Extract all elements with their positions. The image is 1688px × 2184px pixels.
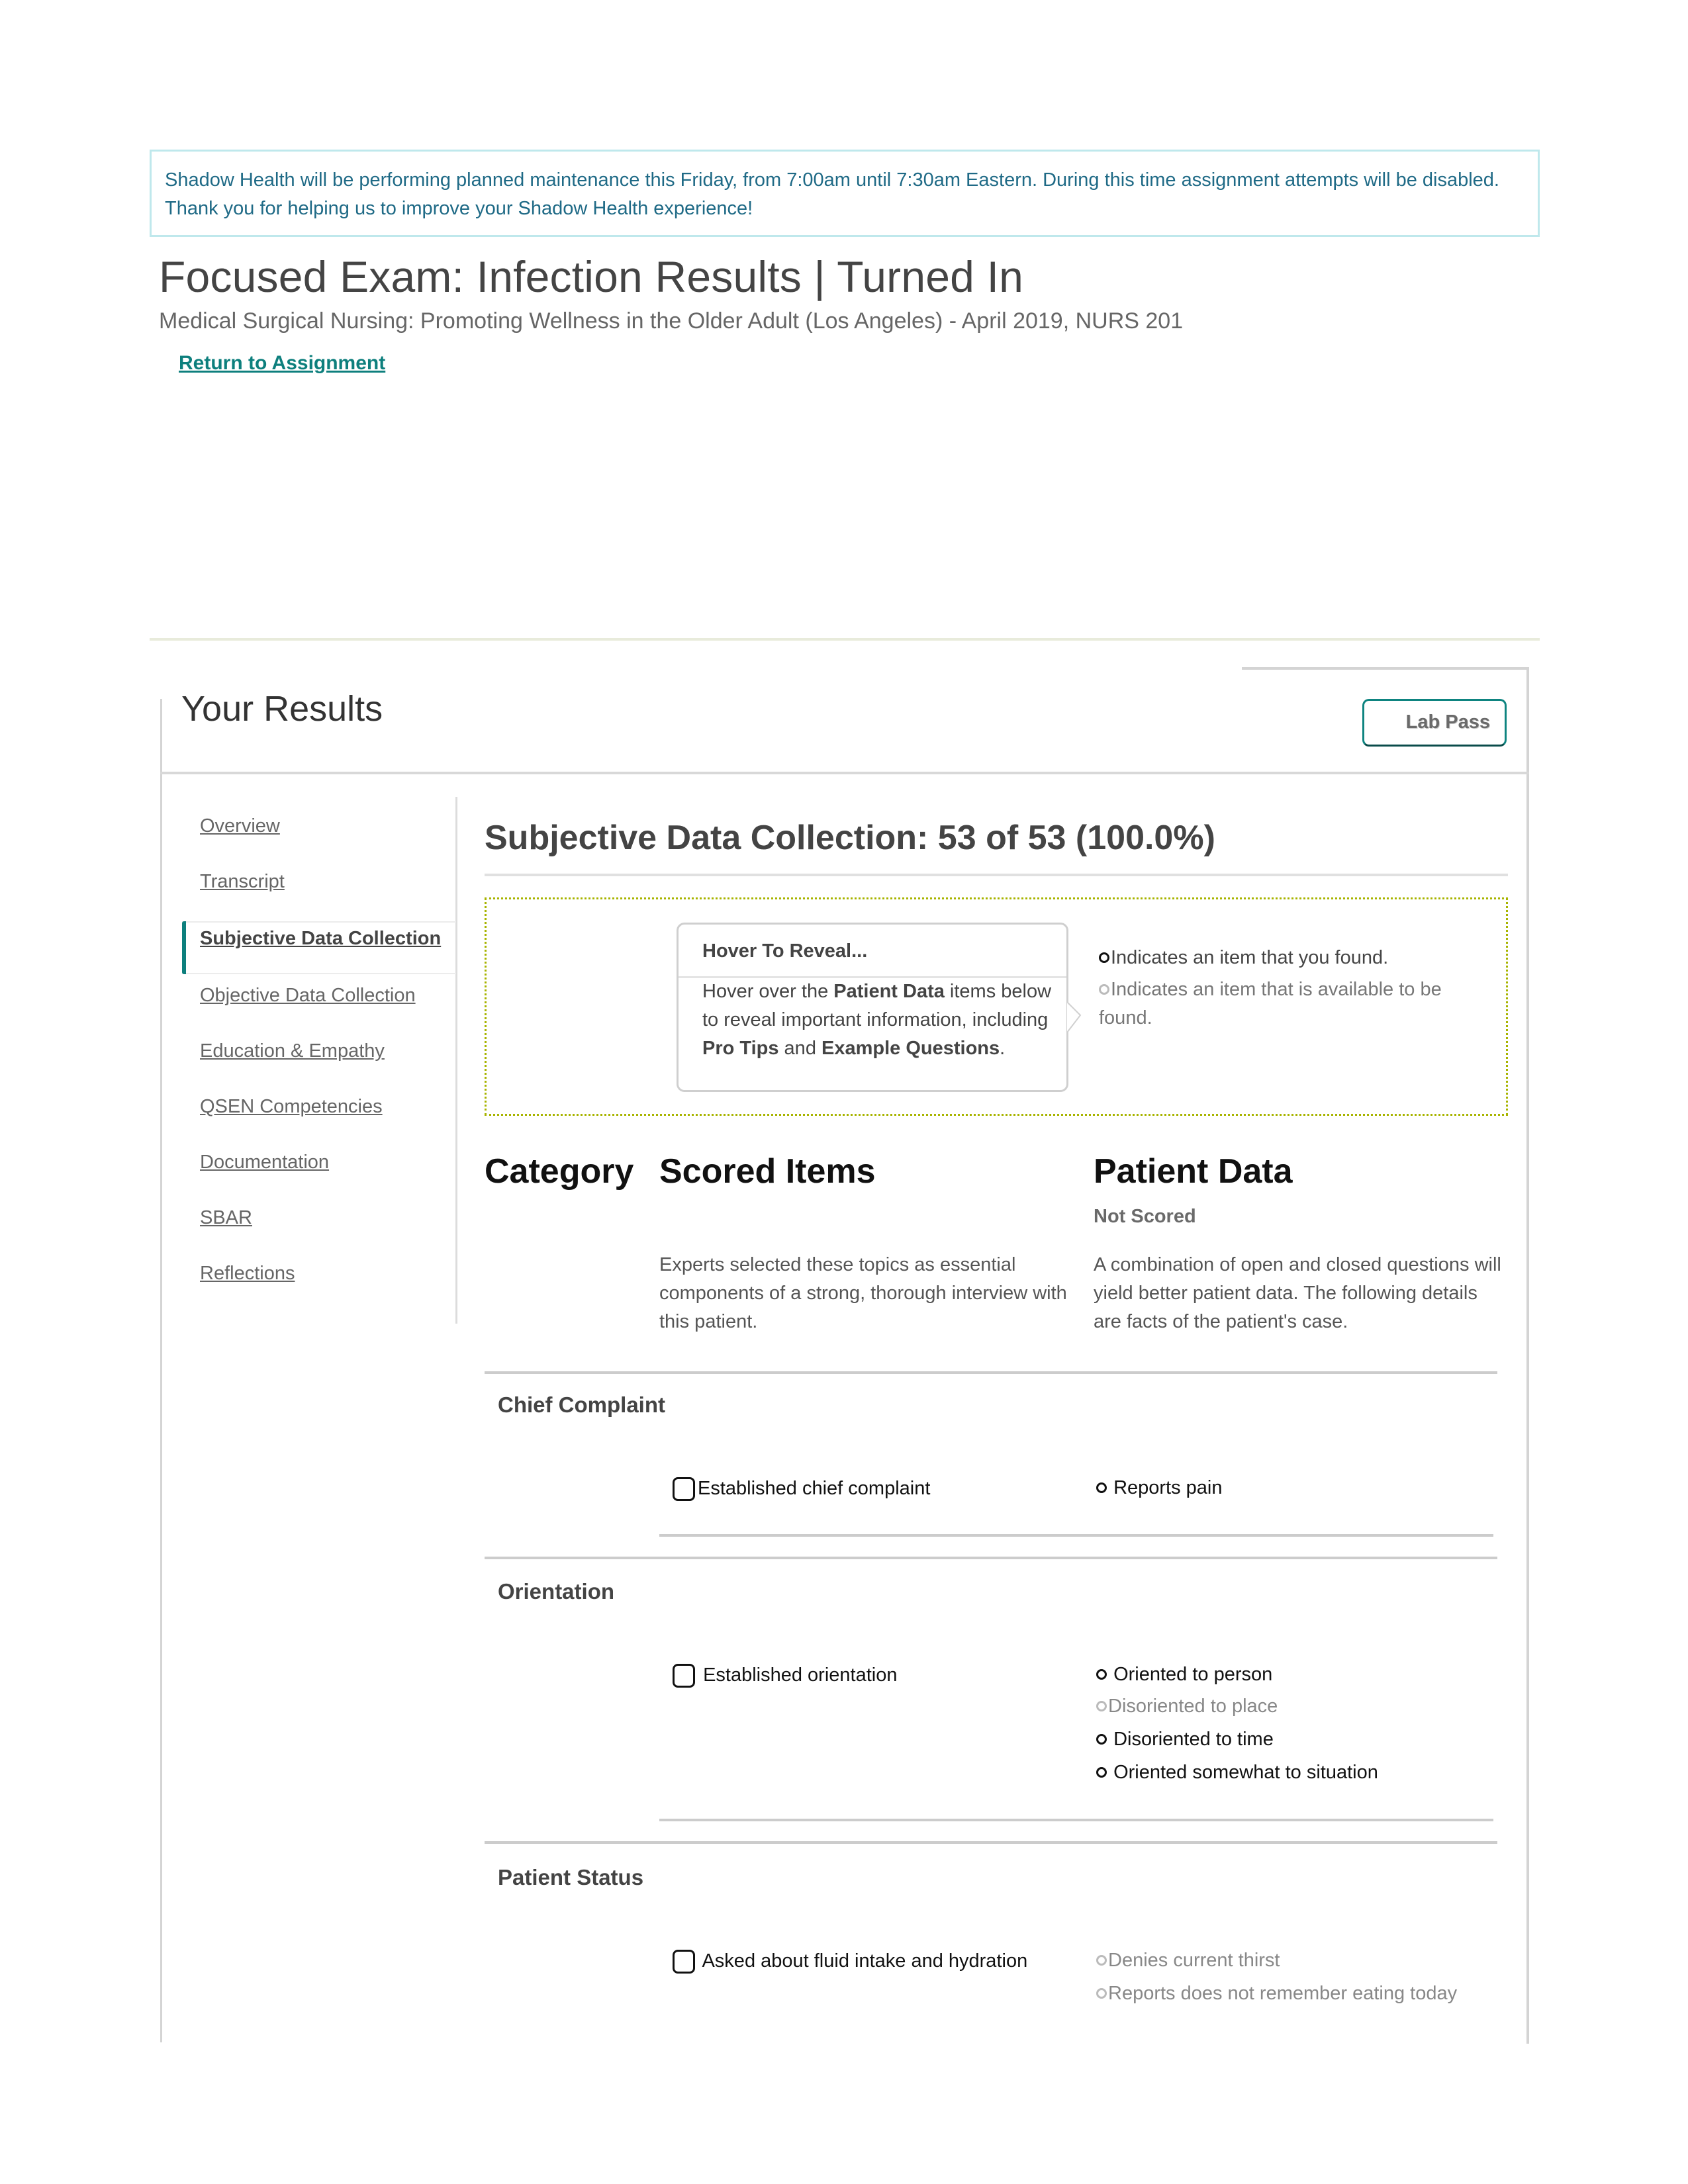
sidebar-item-subjective-data-collection[interactable]: Subjective Data Collection: [200, 928, 441, 950]
available-indicator-icon: [1096, 1988, 1107, 1999]
not-scored-label: Not Scored: [1094, 1206, 1196, 1227]
sidebar-item-documentation[interactable]: Documentation: [200, 1152, 329, 1173]
found-indicator-icon: [1096, 1669, 1107, 1680]
maintenance-banner: Shadow Health will be performing planned…: [150, 150, 1540, 237]
sidebar-divider: [455, 797, 457, 1324]
hover-card-title: Hover To Reveal...: [702, 940, 868, 962]
category-title-patient-status: Patient Status: [498, 1865, 644, 1889]
found-indicator-icon: [1096, 1482, 1107, 1493]
scored-item-checkbox[interactable]: [673, 1477, 695, 1501]
sidebar-item-sbar[interactable]: SBAR: [200, 1207, 252, 1229]
available-indicator-icon: [1099, 984, 1109, 995]
item-divider: [659, 1534, 1493, 1537]
sidebar-item-reflections[interactable]: Reflections: [200, 1263, 295, 1285]
scored-item: Established orientation: [673, 1664, 897, 1688]
scored-item: Established chief complaint: [673, 1477, 930, 1501]
section-title-divider: [485, 874, 1508, 876]
category-divider: [485, 1841, 1497, 1844]
scored-item-checkbox[interactable]: [673, 1950, 695, 1974]
page-title: Focused Exam: Infection Results | Turned…: [159, 252, 1024, 301]
results-title: Your Results: [181, 689, 383, 729]
hover-to-reveal-card: Hover To Reveal... Hover over the Patien…: [677, 923, 1068, 1092]
column-header-scored-items: Scored Items: [659, 1152, 876, 1191]
patient-data-item[interactable]: Reports does not remember eating today: [1096, 1983, 1457, 2005]
sidebar-item-objective-data-collection[interactable]: Objective Data Collection: [200, 985, 416, 1007]
sidebar-active-indicator: [182, 921, 186, 974]
patient-data-item[interactable]: Oriented somewhat to situation: [1096, 1762, 1378, 1784]
patient-data-item[interactable]: Oriented to person: [1096, 1664, 1272, 1686]
patient-data-item[interactable]: Denies current thirst: [1096, 1950, 1280, 1972]
sidebar-item-overview[interactable]: Overview: [200, 815, 280, 837]
hover-card-body: Hover over the Patient Data items below …: [702, 981, 1052, 1059]
sidebar-item-qsen-competencies[interactable]: QSEN Competencies: [200, 1096, 383, 1118]
hover-card-pointer-icon: [1066, 1001, 1082, 1033]
patient-data-item[interactable]: Disoriented to time: [1096, 1729, 1274, 1751]
sidebar-item-transcript[interactable]: Transcript: [200, 871, 285, 893]
available-indicator-icon: [1096, 1955, 1107, 1966]
category-title-chief-complaint: Chief Complaint: [498, 1392, 665, 1417]
maintenance-banner-text: Shadow Health will be performing planned…: [165, 169, 1499, 219]
section-title: Subjective Data Collection: 53 of 53 (10…: [485, 819, 1215, 857]
item-divider: [659, 1819, 1493, 1821]
legend-found: Indicates an item that you found.: [1099, 944, 1470, 972]
scored-item-checkbox[interactable]: [673, 1664, 695, 1688]
patient-data-description: A combination of open and closed questio…: [1094, 1254, 1501, 1332]
available-indicator-icon: [1096, 1701, 1107, 1711]
column-header-patient-data: Patient Data: [1094, 1152, 1293, 1191]
course-subtitle: Medical Surgical Nursing: Promoting Well…: [159, 308, 1184, 334]
return-to-assignment-link[interactable]: Return to Assignment: [179, 352, 385, 375]
category-title-orientation: Orientation: [498, 1579, 615, 1604]
results-frame-border: [1526, 667, 1529, 2044]
category-divider: [485, 1557, 1497, 1559]
found-indicator-icon: [1096, 1734, 1107, 1745]
legend-available: Indicates an item that is available to b…: [1099, 979, 1442, 1028]
found-indicator-icon: [1099, 952, 1109, 963]
lab-pass-button[interactable]: Lab Pass: [1362, 699, 1507, 747]
results-frame-border: [1242, 667, 1529, 670]
sidebar-item-education-empathy[interactable]: Education & Empathy: [200, 1040, 385, 1062]
results-frame-border: [160, 699, 162, 2042]
patient-data-item[interactable]: Disoriented to place: [1096, 1696, 1278, 1717]
found-indicator-icon: [1096, 1767, 1107, 1778]
patient-data-item[interactable]: Reports pain: [1096, 1477, 1223, 1499]
scored-items-description: Experts selected these topics as essenti…: [659, 1254, 1067, 1332]
results-header-divider: [160, 772, 1529, 774]
scored-item: Asked about fluid intake and hydration: [673, 1950, 1027, 1974]
category-divider: [485, 1371, 1497, 1374]
column-header-category: Category: [485, 1152, 634, 1191]
header-divider: [150, 638, 1540, 641]
